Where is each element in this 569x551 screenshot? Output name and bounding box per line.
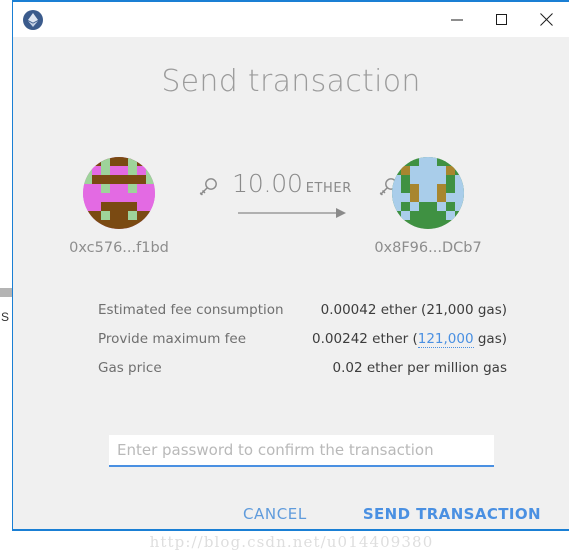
fee-label: Provide maximum fee [98, 331, 246, 347]
fee-value-suffix: gas) [473, 331, 507, 347]
maximize-icon[interactable] [479, 2, 524, 37]
fee-value-suffix: gas) [473, 302, 507, 318]
arrow-right-icon [232, 207, 352, 219]
sender-address: 0xc576...f1bd [69, 240, 169, 256]
background-window-band [0, 288, 12, 297]
fee-label: Gas price [98, 360, 162, 376]
fee-label: Estimated fee consumption [98, 302, 284, 318]
send-transaction-button[interactable]: SEND TRANSACTION [353, 499, 551, 529]
dialog-body: Send transaction 0xc576...f1bd 10.00 ETH… [13, 37, 569, 551]
cancel-button[interactable]: CANCEL [233, 499, 317, 529]
fee-value: 0.00242 ether (121,000 gas) [312, 331, 507, 348]
minimize-icon[interactable] [434, 2, 479, 37]
title-bar[interactable] [13, 2, 569, 37]
watermark: http://blog.csdn.net/u014409380 [149, 533, 434, 551]
recipient-avatar [392, 157, 464, 229]
close-icon[interactable] [524, 2, 569, 37]
window-controls [434, 2, 569, 37]
fee-row: Gas price 0.02 ether per million gas [98, 360, 507, 389]
amount-block: 10.00 ETHER [232, 169, 352, 219]
fee-value: 0.00042 ether (21,000 gas) [321, 302, 507, 318]
password-field-wrapper [109, 435, 494, 467]
ethereum-logo-icon [23, 9, 43, 30]
send-transaction-window: Send transaction 0xc576...f1bd 10.00 ETH… [12, 0, 569, 551]
fee-table: Estimated fee consumption 0.00042 ether … [98, 302, 507, 389]
page-title: Send transaction [161, 64, 421, 99]
amount-value: 10.00 [232, 169, 303, 198]
sender-avatar [83, 157, 155, 229]
recipient-party: 0x8F96...DCb7 [358, 157, 498, 256]
transfer-summary: 0xc576...f1bd 10.00 ETHER 0x8F96...DCb7 [13, 157, 569, 277]
background-window-glyph: S [1, 310, 10, 324]
key-icon [195, 175, 221, 201]
editable-gas-limit-link[interactable]: 121,000 [417, 331, 474, 348]
recipient-address: 0x8F96...DCb7 [374, 240, 482, 256]
dialog-actions: CANCEL SEND TRANSACTION [233, 499, 551, 529]
background-window[interactable]: S [0, 0, 12, 531]
fee-value: 0.02 ether per million gas [332, 360, 507, 376]
fee-gas-amount: 21,000 [426, 302, 474, 318]
fee-row: Estimated fee consumption 0.00042 ether … [98, 302, 507, 331]
fee-value-prefix: 0.00042 ether ( [320, 302, 427, 318]
password-input[interactable] [109, 435, 494, 467]
sender-party: 0xc576...f1bd [49, 157, 189, 256]
fee-row: Provide maximum fee 0.00242 ether (121,0… [98, 331, 507, 360]
fee-value-prefix: 0.00242 ether ( [312, 331, 418, 347]
amount-unit: ETHER [305, 181, 352, 196]
